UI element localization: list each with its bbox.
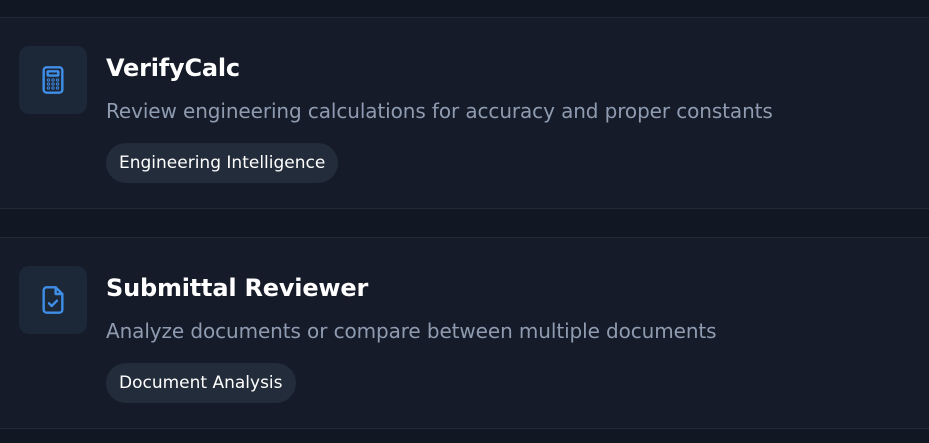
category-tag: Document Analysis <box>106 363 296 403</box>
tool-icon-tile <box>19 266 87 334</box>
tool-card-submittal-reviewer[interactable]: Submittal Reviewer Analyze documents or … <box>0 237 929 429</box>
category-tag: Engineering Intelligence <box>106 143 339 183</box>
tool-icon-tile <box>19 46 87 114</box>
tool-title[interactable]: Submittal Reviewer <box>106 272 368 304</box>
tool-card-verifycalc[interactable]: VerifyCalc Review engineering calculatio… <box>0 17 929 209</box>
tool-title[interactable]: VerifyCalc <box>106 52 240 84</box>
tool-description: Review engineering calculations for accu… <box>106 99 773 123</box>
calculator-icon <box>42 66 64 94</box>
tool-description: Analyze documents or compare between mul… <box>106 319 717 343</box>
document-check-icon <box>42 286 64 314</box>
